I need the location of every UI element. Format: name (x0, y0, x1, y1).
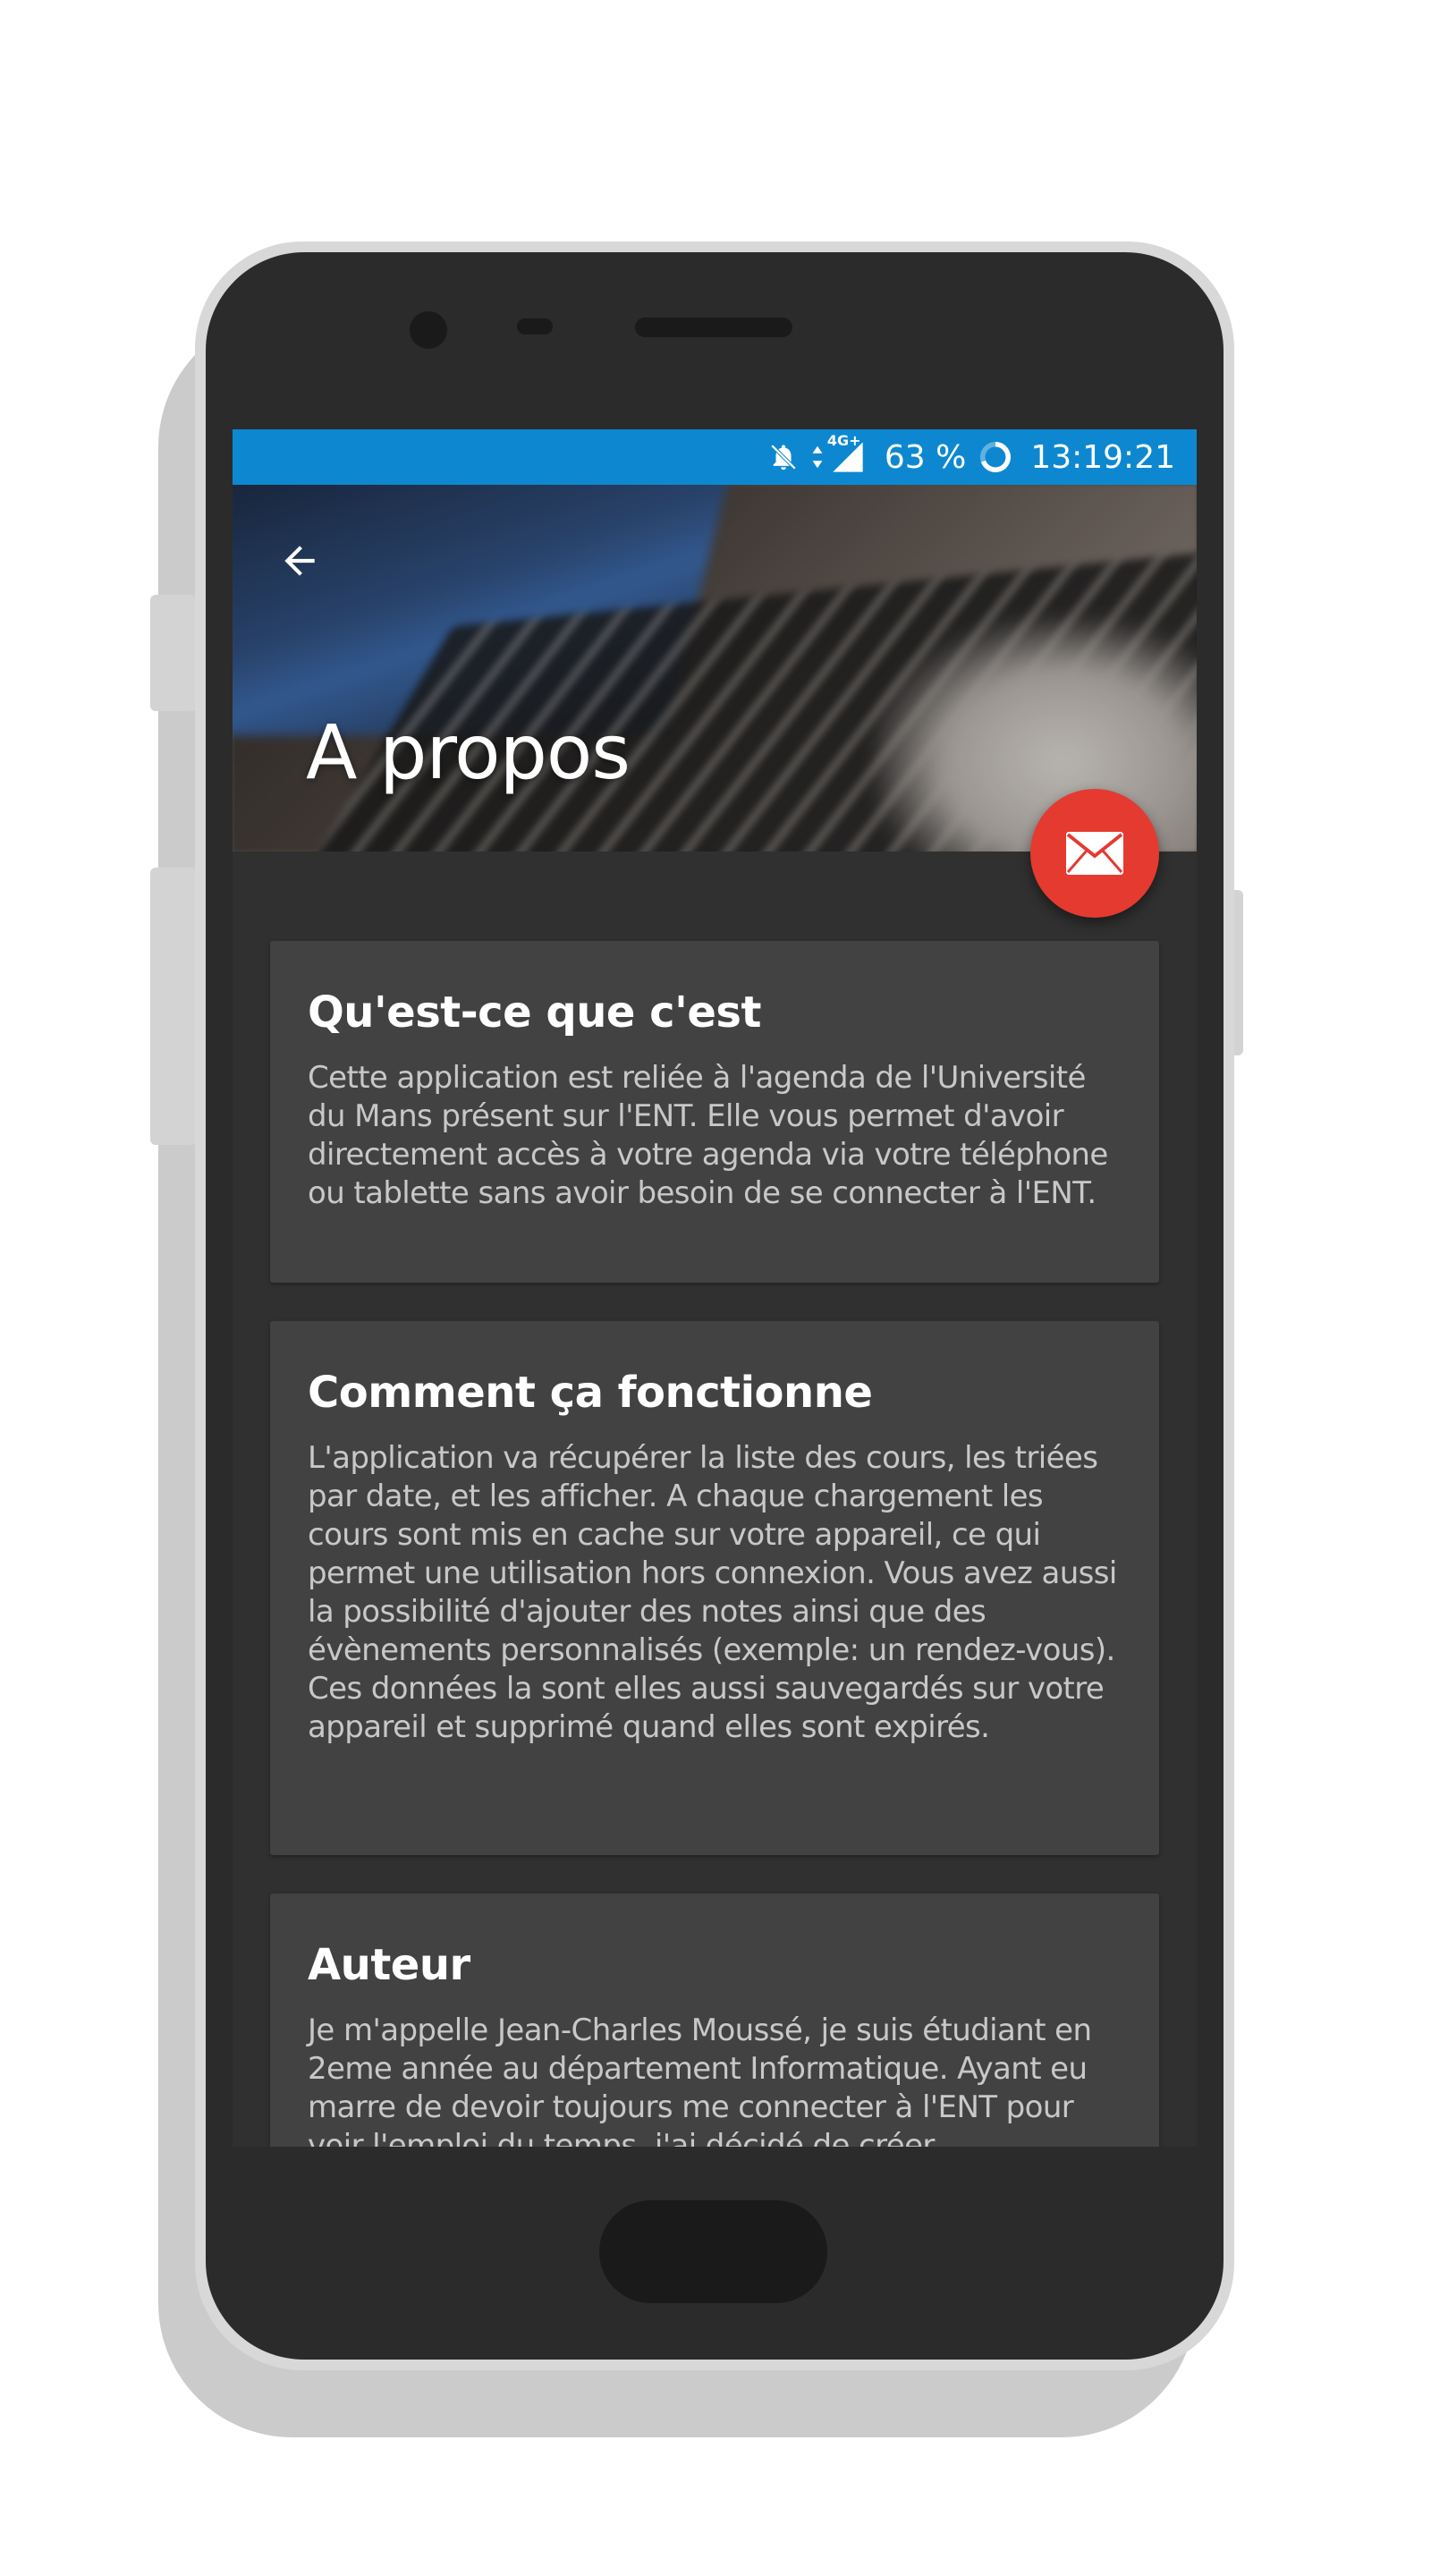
notifications-off-icon (768, 440, 799, 474)
card-how-it-works: Comment ça fonctionne L'application va r… (270, 1321, 1159, 1855)
back-button[interactable] (268, 530, 331, 592)
battery-ring-icon (978, 440, 1012, 474)
home-button[interactable] (599, 2200, 827, 2303)
header-image: A propos (233, 485, 1197, 852)
clock: 13:19:21 (1030, 438, 1175, 476)
front-camera (410, 311, 447, 349)
data-arrows-icon (811, 444, 824, 470)
header-shade (233, 485, 1197, 852)
battery-text: 63 % (884, 438, 967, 476)
card-what-is-it: Qu'est-ce que c'est Cette application es… (270, 941, 1159, 1283)
card-title: Qu'est-ce que c'est (308, 987, 761, 1038)
signal-icon: 4G+ (827, 432, 867, 475)
arrow-left-icon (284, 546, 315, 576)
page-title: A propos (306, 708, 631, 796)
card-body: Cette application est reliée à l'agenda … (308, 1060, 1108, 1211)
card-title: Auteur (308, 1940, 470, 1990)
card-author: Auteur Je m'appelle Jean-Charles Moussé,… (270, 1894, 1159, 2147)
card-body: Je m'appelle Jean-Charles Moussé, je sui… (308, 2012, 1092, 2147)
status-bar: 4G+ 63 % 13:19:21 (233, 429, 1197, 485)
contact-email-button[interactable] (1030, 789, 1159, 918)
volume-button (150, 595, 197, 711)
earpiece-speaker (635, 318, 792, 337)
screen: 4G+ 63 % 13:19:21 A propos Qu'est-ce que… (233, 429, 1197, 2147)
side-key (150, 868, 197, 1145)
mail-icon (1066, 832, 1123, 875)
network-type: 4G+ (826, 432, 861, 449)
card-body: L'application va récupérer la liste des … (308, 1440, 1117, 1745)
card-title: Comment ça fonctionne (308, 1368, 873, 1418)
proximity-sensor (517, 318, 553, 335)
